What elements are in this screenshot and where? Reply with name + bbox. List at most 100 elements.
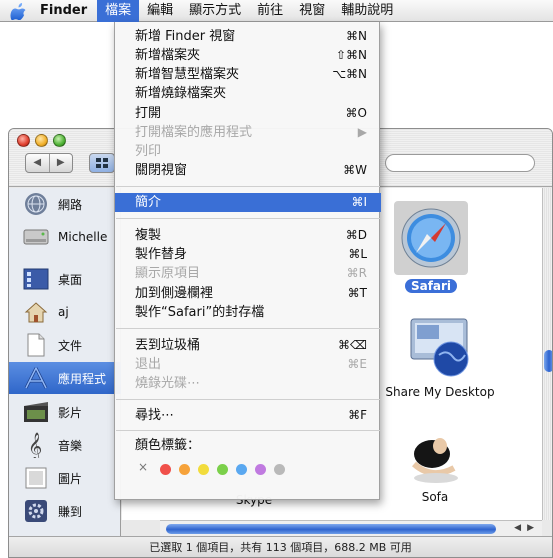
sidebar-item-label: aj [58, 305, 69, 319]
menu-file[interactable]: 檔案 [97, 0, 140, 22]
menu-item-label: 關閉視窗 [135, 163, 188, 178]
vertical-scrollbar[interactable] [542, 188, 552, 520]
menu-item-shortcut: ⌘L [348, 247, 367, 261]
menu-separator [116, 399, 380, 400]
sidebar-item-pictures[interactable]: 圖片 [9, 462, 121, 494]
sidebar-item-label: 桌面 [58, 272, 83, 287]
pictures-icon [22, 464, 50, 492]
menu-item-new-smart-folder[interactable]: 新增智慧型檔案夾 ⌥⌘N [115, 65, 381, 84]
color-swatch[interactable] [179, 464, 190, 475]
menu-item-shortcut: ⌘N [346, 29, 367, 43]
color-swatch[interactable] [236, 464, 247, 475]
app-label: Safari [404, 279, 458, 293]
menu-separator [116, 218, 380, 219]
menu-item-label: 複製 [135, 228, 162, 243]
vertical-scroll-thumb[interactable] [544, 350, 552, 372]
app-sofa[interactable]: Sofa [400, 424, 470, 504]
horizontal-scroll-thumb[interactable] [166, 524, 496, 534]
menu-item-label: 新增智慧型檔案夾 [135, 67, 240, 82]
menu-item-label: 顏色標籤： [135, 438, 201, 453]
sidebar-item-label: 賺到 [58, 504, 83, 519]
sidebar-item-network[interactable]: 網路 [9, 188, 121, 220]
home-icon [22, 298, 50, 326]
menu-item-shortcut: ⌘T [347, 286, 367, 300]
sidebar-item-michelle[interactable]: Michelle [9, 221, 121, 253]
sidebar-item-movies[interactable]: 影片 [9, 396, 121, 428]
menu-item-create-archive[interactable]: 製作“Safari”的封存檔 [115, 303, 381, 322]
menu-edit[interactable]: 編輯 [139, 0, 181, 22]
menu-item-eject: 退出 ⌘E [115, 355, 381, 374]
color-swatch[interactable] [160, 464, 171, 475]
color-swatch[interactable] [274, 464, 285, 475]
apple-menu-icon[interactable] [0, 0, 36, 22]
grid-icon [96, 158, 108, 168]
menu-item-get-info[interactable]: 簡介 ⌘I [115, 193, 381, 212]
sidebar: 網路 Michelle 桌面 aj 文件 應用程式 影片 𝄞 音樂 圖片 賺到 [9, 188, 121, 536]
back-forward-control[interactable]: ◀ ▶ [25, 153, 73, 173]
horizontal-scrollbar[interactable]: ◀▶ [160, 520, 542, 536]
menu-item-burn-disc: 燒錄光碟⋯ [115, 374, 381, 393]
color-swatch[interactable] [217, 464, 228, 475]
menu-item-label: 簡介 [135, 195, 162, 210]
minimize-button[interactable] [35, 134, 48, 147]
share-desktop-icon [410, 318, 469, 377]
color-swatch[interactable] [198, 464, 209, 475]
scroll-arrows-icon[interactable]: ◀▶ [514, 523, 540, 533]
color-swatch[interactable] [255, 464, 266, 475]
menu-separator [116, 430, 380, 431]
menu-item-open[interactable]: 打開 ⌘O [115, 104, 381, 123]
menu-item-close-window[interactable]: 關閉視窗 ⌘W [115, 161, 381, 180]
sidebar-item-desktop[interactable]: 桌面 [9, 263, 121, 295]
menu-view[interactable]: 顯示方式 [181, 0, 249, 22]
menu-item-open-with: 打開檔案的應用程式 ▶ [115, 123, 381, 142]
submenu-arrow-icon: ▶ [357, 125, 367, 139]
menu-separator [116, 328, 380, 329]
back-icon[interactable]: ◀ [26, 154, 49, 172]
color-label-heading: 顏色標籤： [115, 436, 381, 455]
menu-window[interactable]: 視窗 [291, 0, 333, 22]
menu-item-add-to-sidebar[interactable]: 加到側邊欄裡 ⌘T [115, 284, 381, 303]
menu-item-duplicate[interactable]: 複製 ⌘D [115, 226, 381, 245]
menu-item-shortcut: ⌘D [345, 228, 367, 242]
menu-item-label: 尋找⋯ [135, 408, 175, 423]
search-input[interactable] [385, 154, 535, 172]
no-label-icon[interactable]: × [138, 460, 148, 474]
menu-item-label: 打開 [135, 106, 162, 121]
menu-item-label: 打開檔案的應用程式 [135, 125, 253, 140]
menu-item-new-folder[interactable]: 新增檔案夾 ⇧⌘N [115, 46, 381, 65]
close-button[interactable] [17, 134, 30, 147]
menu-go[interactable]: 前往 [249, 0, 291, 22]
hard-drive-icon [22, 223, 50, 251]
menu-item-find[interactable]: 尋找⋯ ⌘F [115, 406, 381, 425]
sidebar-item-label: 應用程式 [58, 371, 107, 386]
icon-view-button[interactable] [89, 153, 115, 173]
sidebar-item-documents[interactable]: 文件 [9, 329, 121, 361]
menu-finder[interactable]: Finder [36, 0, 97, 22]
applications-icon [22, 364, 50, 392]
sidebar-item-applications[interactable]: 應用程式 [9, 362, 121, 394]
sidebar-item-label: 音樂 [58, 438, 83, 453]
menu-item-move-to-trash[interactable]: 丟到垃圾桶 ⌘⌫ [115, 336, 381, 355]
menu-item-shortcut: ⌘⌫ [338, 338, 367, 352]
menu-bar: Finder 檔案 編輯 顯示方式 前往 視窗 輔助說明 [0, 0, 553, 22]
app-share-my-desktop[interactable]: Share My Desktop [380, 315, 500, 399]
zoom-button[interactable] [53, 134, 66, 147]
sidebar-item-earned[interactable]: 賺到 [9, 495, 121, 527]
forward-icon[interactable]: ▶ [48, 154, 73, 172]
menu-item-show-original: 顯示原項目 ⌘R [115, 264, 381, 283]
menu-item-shortcut: ⌘R [346, 266, 367, 280]
menu-item-new-finder-window[interactable]: 新增 Finder 視窗 ⌘N [115, 27, 381, 46]
movies-icon [22, 398, 50, 426]
menu-item-new-burn-folder[interactable]: 新增燒錄檔案夾 [115, 84, 381, 103]
network-globe-icon [22, 190, 50, 218]
menu-item-label: 加到側邊欄裡 [135, 286, 214, 301]
menu-item-shortcut: ⌘W [343, 163, 367, 177]
sidebar-item-music[interactable]: 𝄞 音樂 [9, 429, 121, 461]
menu-item-make-alias[interactable]: 製作替身 ⌘L [115, 245, 381, 264]
app-safari[interactable]: Safari [394, 201, 468, 293]
menu-item-label: 新增檔案夾 [135, 48, 201, 63]
sidebar-item-label: 網路 [58, 197, 83, 212]
sidebar-item-home[interactable]: aj [9, 296, 121, 328]
menu-help[interactable]: 輔助說明 [333, 0, 401, 22]
menu-item-shortcut: ⌘O [345, 106, 367, 120]
